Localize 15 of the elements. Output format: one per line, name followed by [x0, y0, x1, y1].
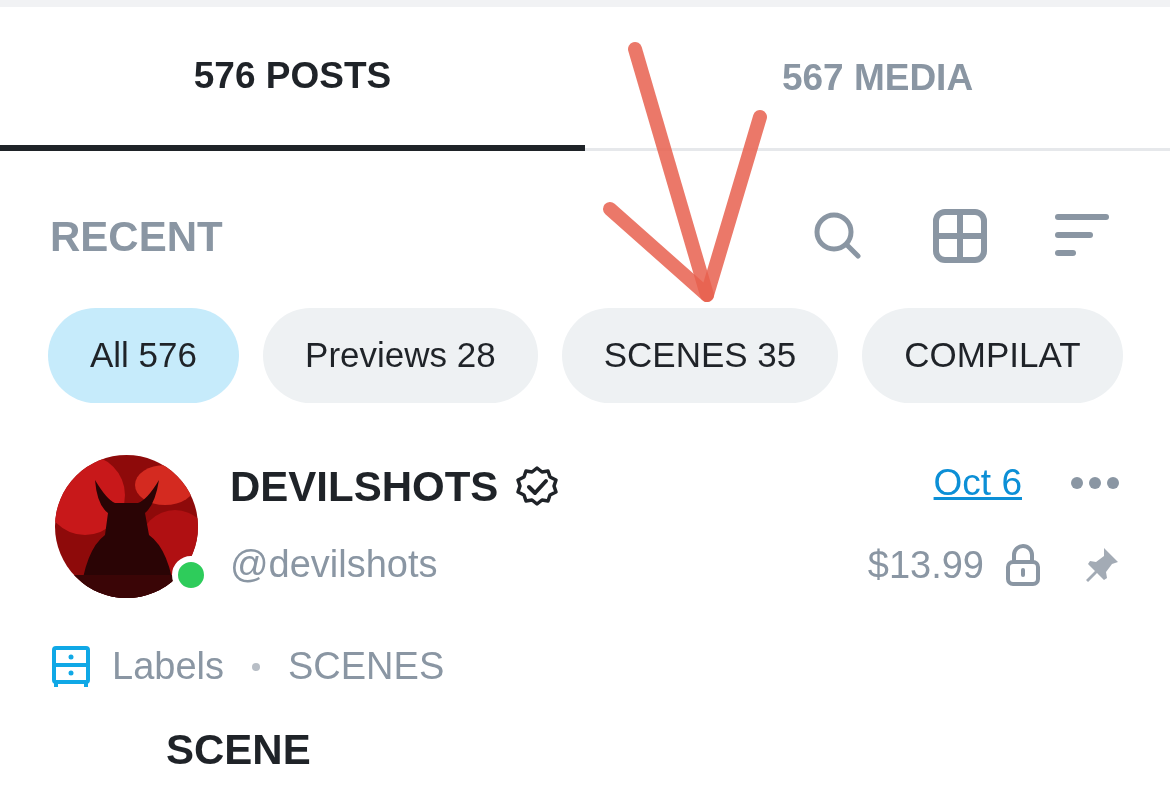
author-name[interactable]: DEVILSHOTS	[230, 455, 499, 518]
filter-chip[interactable]: Previews 28	[263, 307, 538, 403]
post-price: $13.99	[867, 542, 984, 588]
section-title: RECENT	[50, 211, 224, 262]
drawer-icon	[52, 645, 90, 688]
more-options-button[interactable]	[1070, 475, 1120, 490]
tab[interactable]: 576 POSTS	[0, 7, 585, 151]
grid-view-button[interactable]	[932, 208, 988, 264]
post-date-link[interactable]: Oct 6	[933, 455, 1022, 511]
post-text: SCENE	[165, 725, 312, 771]
filter-chip[interactable]: COMPILAT	[862, 307, 1123, 403]
labels-title: Labels	[112, 644, 224, 689]
filter-chip[interactable]: All 576	[48, 307, 240, 403]
separator-dot	[252, 662, 260, 671]
filter-chip[interactable]: SCENES 35	[561, 307, 839, 403]
